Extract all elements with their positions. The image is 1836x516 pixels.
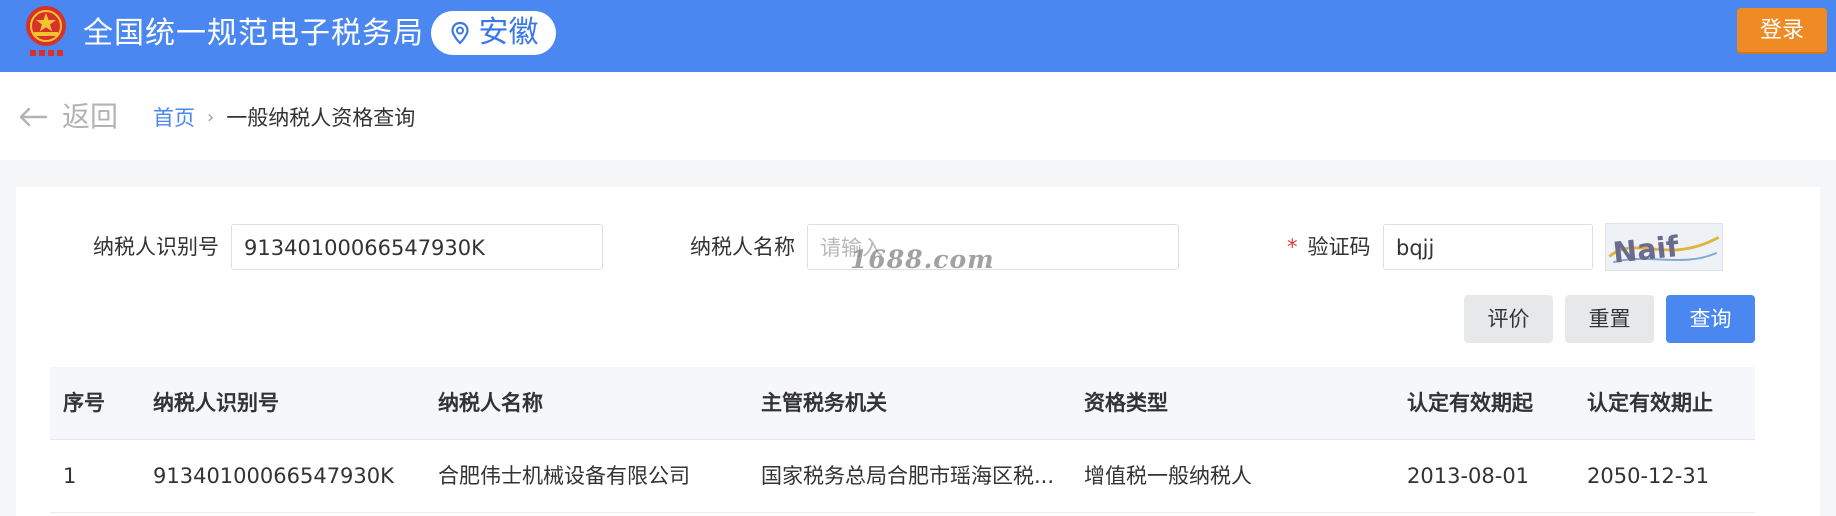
captcha-label: * 验证码 [1287, 223, 1371, 271]
site-title: 全国统一规范电子税务局 [83, 16, 424, 51]
evaluate-button[interactable]: 评价 [1464, 295, 1553, 343]
breadcrumb-separator: › [207, 107, 215, 128]
back-label: 返回 [62, 100, 119, 133]
breadcrumb-home-link[interactable]: 首页 [153, 103, 195, 133]
cell-taxpayer-id: 91340100066547930K [153, 464, 394, 488]
required-mark: * [1287, 235, 1298, 259]
login-button[interactable]: 登录 [1737, 8, 1827, 54]
table-row[interactable]: 1 91340100066547930K 合肥伟士机械设备有限公司 国家税务总局… [50, 440, 1755, 513]
captcha-input[interactable]: bqjj [1383, 224, 1593, 270]
location-pin-icon [450, 21, 469, 45]
top-header: 全国统一规范电子税务局 安徽 登录 [0, 0, 1836, 72]
result-table: 序号 纳税人识别号 纳税人名称 主管税务机关 资格类型 认定有效期起 认定有效期… [50, 367, 1755, 513]
reset-button[interactable]: 重置 [1565, 295, 1654, 343]
column-header-taxpayer-id: 纳税人识别号 [153, 391, 279, 415]
tax-emblem-icon [26, 6, 66, 56]
cell-tax-authority: 国家税务总局合肥市瑶海区税... [761, 464, 1055, 488]
breadcrumb: 首页 › 一般纳税人资格查询 [153, 103, 415, 133]
back-button[interactable]: 返回 [18, 100, 118, 134]
cell-valid-from: 2013-08-01 [1407, 464, 1530, 488]
query-button[interactable]: 查询 [1666, 295, 1755, 343]
breadcrumb-current: 一般纳税人资格查询 [226, 106, 416, 130]
taxpayer-id-label: 纳税人识别号 [93, 235, 219, 259]
cell-qualification-type: 增值税一般纳税人 [1084, 464, 1252, 488]
column-header-valid-to: 认定有效期止 [1587, 391, 1713, 415]
column-header-index: 序号 [63, 391, 105, 415]
taxpayer-id-input[interactable]: 91340100066547930K [231, 224, 603, 270]
cell-taxpayer-name: 合肥伟士机械设备有限公司 [438, 464, 690, 488]
region-selector[interactable]: 安徽 [431, 11, 556, 55]
column-header-valid-from: 认定有效期起 [1407, 391, 1533, 415]
cell-index: 1 [63, 464, 77, 488]
arrow-left-icon [19, 107, 48, 127]
nav-bar: 返回 首页 › 一般纳税人资格查询 [0, 72, 1836, 160]
column-header-tax-authority: 主管税务机关 [761, 391, 887, 415]
captcha-text: Naif [1611, 229, 1681, 270]
column-header-qualification-type: 资格类型 [1084, 391, 1168, 415]
captcha-image[interactable]: Naif [1605, 223, 1723, 271]
column-header-taxpayer-name: 纳税人名称 [438, 391, 543, 415]
taxpayer-name-label: 纳税人名称 [690, 235, 795, 259]
watermark: 1688.com [850, 245, 995, 274]
captcha-label-text: 验证码 [1307, 235, 1371, 259]
cell-valid-to: 2050-12-31 [1587, 464, 1710, 488]
table-header-row: 序号 纳税人识别号 纳税人名称 主管税务机关 资格类型 认定有效期起 认定有效期… [50, 367, 1755, 440]
region-name: 安徽 [478, 15, 539, 50]
